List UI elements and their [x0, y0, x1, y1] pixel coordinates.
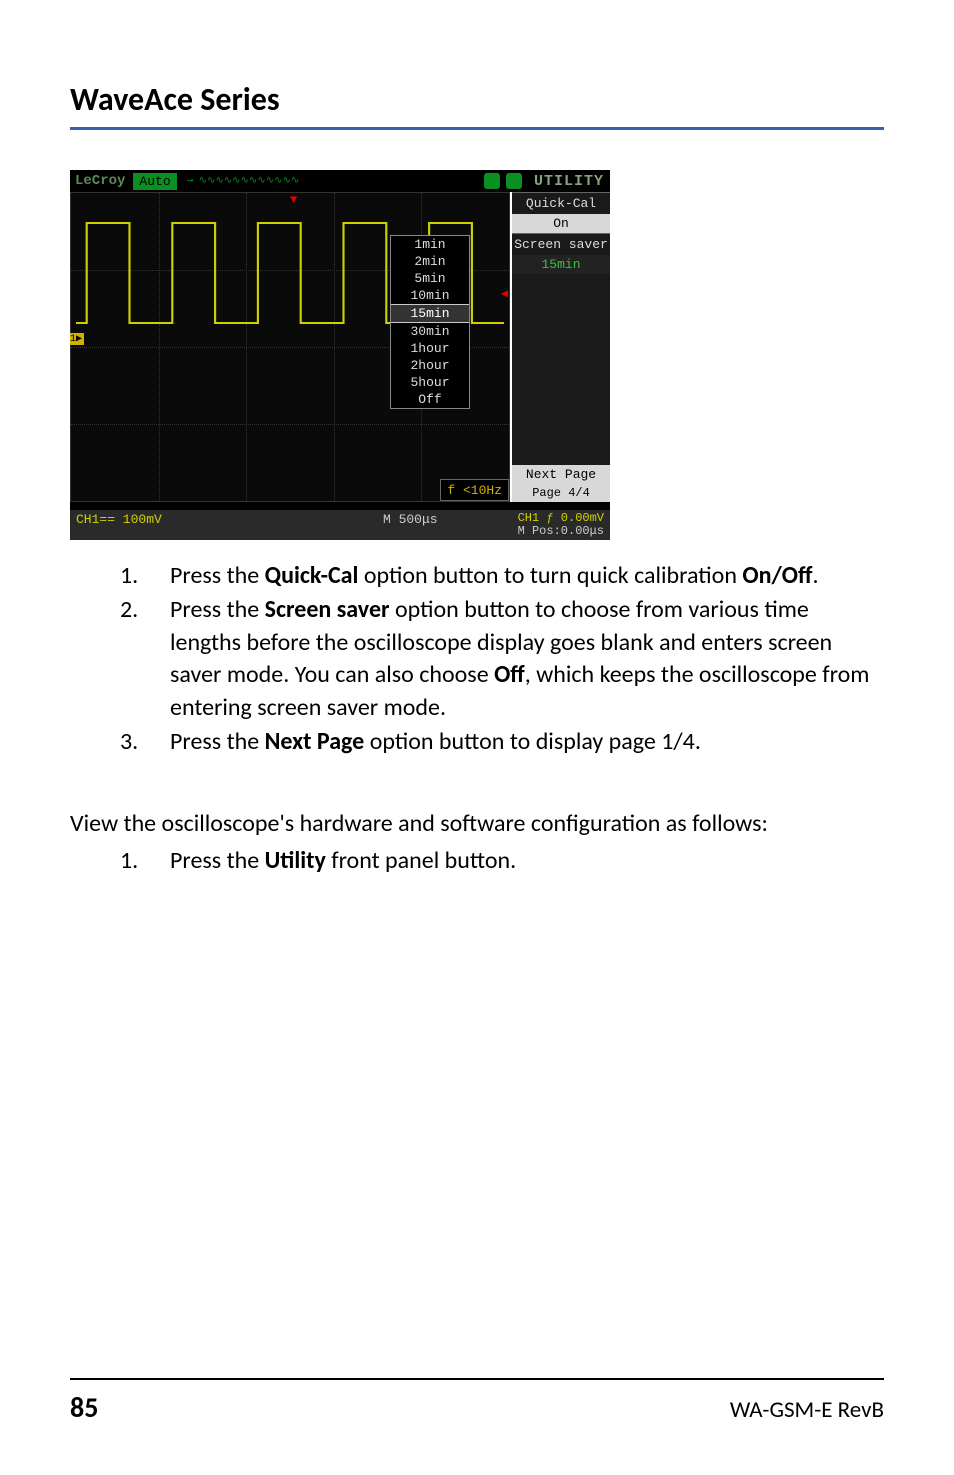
list-item: 2. Press the Screen saver option button … [120, 594, 884, 724]
scope-brand: LeCroy [75, 173, 125, 189]
popup-item[interactable]: 1hour [391, 340, 469, 357]
quick-cal-menu-label[interactable]: Quick-Cal [512, 192, 610, 214]
popup-item[interactable]: 2min [391, 253, 469, 270]
page-header: WaveAce Series [70, 80, 884, 130]
footer-rule [70, 1378, 884, 1380]
body-paragraph: View the oscilloscope's hardware and sof… [70, 808, 884, 840]
screen-saver-menu-value: 15min [512, 255, 610, 274]
topbar-util-icons [484, 173, 522, 189]
screen-saver-popup[interactable]: 1min 2min 5min 10min 15min 30min 1hour 2… [390, 235, 470, 409]
status-timebase: M 500μs [383, 512, 438, 527]
doc-id: WA-GSM-E RevB [730, 1396, 884, 1424]
page-number: 85 [70, 1390, 98, 1425]
list-item: 1. Press the Quick-Cal option button to … [120, 560, 884, 592]
topbar-wave-icon: ⟶ ∿∿∿∿∿∿∿∿∿∿∿∿ [187, 175, 484, 187]
screen-saver-menu-label[interactable]: Screen saver [512, 233, 610, 255]
popup-item-selected[interactable]: 15min [391, 304, 469, 323]
popup-item[interactable]: 30min [391, 323, 469, 340]
quick-cal-menu-value: On [512, 214, 610, 233]
menu-spacer [512, 274, 610, 465]
popup-item[interactable]: Off [391, 391, 469, 408]
oscilloscope-screenshot: LeCroy Auto ⟶ ∿∿∿∿∿∿∿∿∿∿∿∿ UTILITY ▼ 1▶ [70, 170, 610, 540]
page-footer: 85 WA-GSM-E RevB [70, 1378, 884, 1425]
scope-side-menu: Quick-Cal On Screen saver 15min Next Pag… [510, 192, 610, 502]
popup-item[interactable]: 5min [391, 270, 469, 287]
popup-item[interactable]: 10min [391, 287, 469, 304]
header-rule [70, 127, 884, 130]
list-item: 1. Press the Utility front panel button. [120, 845, 884, 877]
usb-icon [506, 173, 522, 189]
popup-item[interactable]: 5hour [391, 374, 469, 391]
next-page-button[interactable]: Next Page [512, 465, 610, 484]
s-icon [484, 173, 500, 189]
status-ch1: CH1== 100mV [76, 512, 162, 527]
status-ch1-freq: CH1 ƒ 0.00mV [518, 511, 604, 525]
channel-marker: 1▶ [70, 333, 84, 345]
freq-readout: f <10Hz [440, 479, 509, 501]
popup-item[interactable]: 2hour [391, 357, 469, 374]
status-m-pos: M Pos:0.00μs [518, 524, 604, 538]
instruction-list: 1. Press the Quick-Cal option button to … [120, 560, 884, 758]
utility-label: UTILITY [534, 173, 604, 190]
sub-instruction-list: 1. Press the Utility front panel button. [120, 845, 884, 877]
page-indicator: Page 4/4 [512, 484, 610, 502]
scope-top-bar: LeCroy Auto ⟶ ∿∿∿∿∿∿∿∿∿∿∿∿ UTILITY [70, 170, 610, 192]
selector-arrow-icon: ◀ [501, 286, 508, 301]
list-item: 3. Press the Next Page option button to … [120, 726, 884, 758]
page-title: WaveAce Series [70, 80, 884, 127]
scope-status-bar: CH1== 100mV M 500μs CH1 ƒ 0.00mV M Pos:0… [70, 510, 610, 540]
popup-item[interactable]: 1min [391, 236, 469, 253]
auto-badge: Auto [133, 173, 176, 190]
